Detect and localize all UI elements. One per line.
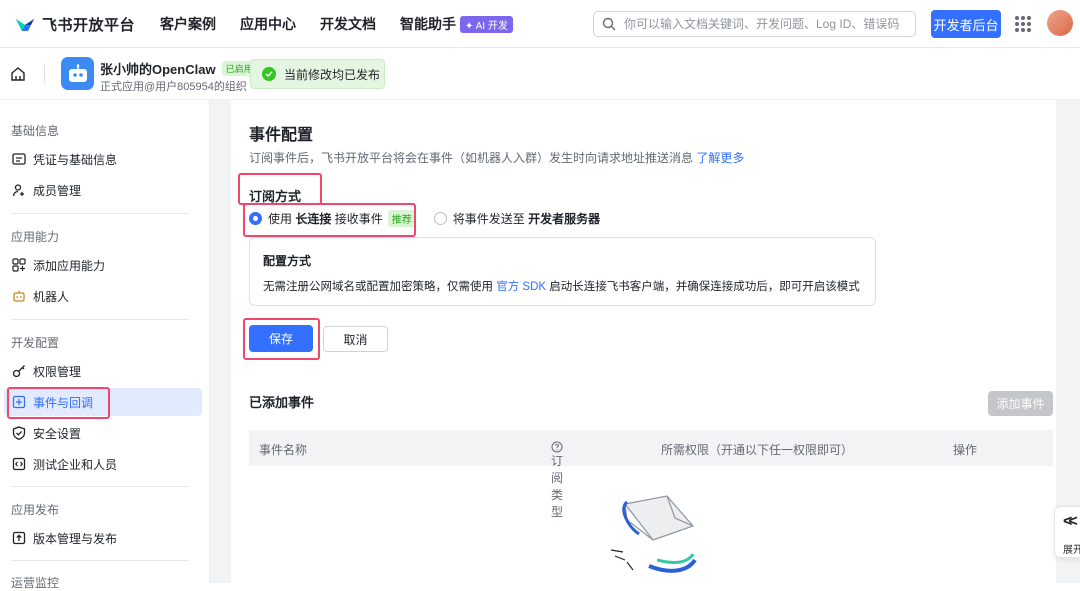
highlight-box: [238, 173, 322, 205]
col-event-name: 事件名称: [259, 443, 308, 457]
app-robot-icon: [61, 57, 94, 90]
config-text-before: 无需注册公网域名或配置加密策略，仅需使用: [263, 281, 493, 293]
nav-customer-cases[interactable]: 客户案例: [160, 14, 216, 34]
cancel-button[interactable]: 取消: [323, 326, 388, 352]
learn-more-link[interactable]: 了解更多: [696, 151, 744, 165]
sidebar-item-security[interactable]: 安全设置: [4, 419, 202, 447]
nav-smart-assistant-label: 智能助手: [400, 16, 456, 32]
search-input[interactable]: [624, 17, 904, 31]
sidebar-divider: [11, 560, 189, 561]
sidebar-item-credentials[interactable]: 凭证与基础信息: [4, 145, 202, 173]
sidebar-item-label: 机器人: [33, 289, 70, 304]
brand-name: 飞书开放平台: [42, 17, 136, 34]
sidebar-section-release: 应用发布: [11, 503, 60, 517]
user-add-icon: [12, 184, 24, 197]
app-subheader: 张小帅的OpenClaw 已启用 正式应用@用户805954的组织 当前修改均已发…: [0, 48, 1080, 100]
col-subscription-type: 订阅类型: [551, 441, 563, 519]
page-title: 事件配置: [249, 127, 314, 144]
publish-status-banner: 当前修改均已发布: [250, 59, 385, 89]
sidebar-item-label: 成员管理: [33, 183, 82, 198]
col-actions: 操作: [953, 443, 978, 457]
app-name-text: 张小帅的OpenClaw: [100, 62, 216, 77]
sidebar-item-label: 版本管理与发布: [33, 531, 118, 546]
sidebar-section-capability: 应用能力: [11, 230, 60, 244]
sidebar: 基础信息 凭证与基础信息 成员管理 应用能力 添加应用能力 机器人 开发配置 权…: [0, 100, 210, 590]
sidebar-item-members[interactable]: 成员管理: [4, 176, 202, 204]
option2-prefix: 将事件发送至: [452, 212, 525, 226]
sidebar-item-label: 测试企业和人员: [33, 457, 118, 472]
top-header: 飞书开放平台 客户案例 应用中心 开发文档 智能助手✦ AI 开发 开发者后台: [0, 0, 1080, 48]
publish-status-text: 当前修改均已发布: [284, 67, 381, 82]
highlight-box: [7, 387, 110, 419]
official-sdk-link[interactable]: 官方 SDK: [496, 281, 546, 293]
app-org: 正式应用@用户805954的组织: [100, 81, 247, 93]
user-avatar[interactable]: [1047, 10, 1073, 36]
sidebar-item-permissions[interactable]: 权限管理: [4, 357, 202, 385]
apps-add-icon: [12, 258, 26, 272]
code-icon: [12, 457, 26, 471]
sidebar-section-dev-config: 开发配置: [11, 336, 60, 350]
radio-dev-server[interactable]: [433, 212, 447, 225]
config-method-title: 配置方式: [263, 254, 312, 268]
add-event-button[interactable]: 添加事件: [988, 391, 1053, 416]
home-icon[interactable]: [10, 66, 26, 82]
sidebar-divider: [11, 319, 189, 320]
top-nav: 客户案例 应用中心 开发文档 智能助手 ✦ AI 开发: [160, 0, 513, 48]
sidebar-item-label: 权限管理: [33, 364, 82, 379]
sidebar-item-label: 添加应用能力: [33, 258, 106, 273]
sidebar-item-bot[interactable]: 机器人: [4, 282, 202, 310]
feishu-logo-icon: [16, 18, 34, 31]
sidebar-item-test-tenants[interactable]: 测试企业和人员: [4, 450, 202, 478]
col-subscription-type-label: 订阅类型: [551, 454, 564, 519]
config-text-after: 启动长连接飞书客户端，并确保连接成功后，即可开启该模式: [549, 281, 860, 293]
app-name: 张小帅的OpenClaw 已启用: [100, 59, 257, 78]
empty-state-illustration: [610, 495, 697, 573]
nav-app-center[interactable]: 应用中心: [240, 14, 296, 34]
sidebar-item-add-capability[interactable]: 添加应用能力: [4, 251, 202, 279]
config-method-text: 无需注册公网域名或配置加密策略，仅需使用 官方 SDK 启动长连接飞书客户端，并…: [263, 278, 860, 294]
sidebar-divider: [11, 486, 189, 487]
divider: [44, 65, 45, 83]
sidebar-section-basic: 基础信息: [11, 124, 60, 138]
search-icon: [602, 17, 616, 31]
app-grid-icon[interactable]: [1015, 16, 1031, 32]
upload-icon: [12, 531, 26, 545]
nav-smart-assistant[interactable]: 智能助手 ✦ AI 开发: [400, 14, 513, 34]
double-chevron-left-icon: <<: [1063, 513, 1078, 530]
sidebar-item-versions[interactable]: 版本管理与发布: [4, 524, 202, 552]
option2-bold: 开发者服务器: [528, 212, 601, 226]
brand-logo[interactable]: 飞书开放平台: [14, 14, 135, 35]
ai-dev-badge: ✦ AI 开发: [460, 15, 513, 33]
col-required-permissions: 所需权限（开通以下任一权限即可）: [661, 443, 854, 457]
robot-icon: [13, 290, 25, 302]
expand-panel-tab[interactable]: << 展开: [1054, 506, 1080, 558]
id-card-icon: [12, 153, 26, 165]
sidebar-item-label: 凭证与基础信息: [33, 152, 118, 167]
developer-console-button[interactable]: 开发者后台: [931, 10, 1001, 38]
check-circle-icon: [262, 67, 276, 81]
search-box[interactable]: [593, 11, 916, 37]
sidebar-divider: [11, 213, 189, 214]
expand-label: 展开: [1063, 545, 1080, 556]
config-method-box: 配置方式 无需注册公网域名或配置加密策略，仅需使用 官方 SDK 启动长连接飞书…: [249, 237, 876, 306]
key-icon: [12, 365, 25, 378]
sidebar-item-label: 安全设置: [33, 426, 82, 441]
events-table-header: 事件名称 订阅类型 所需权限（开通以下任一权限即可） 操作: [249, 430, 1053, 519]
page-description: 订阅事件后，飞书开放平台将会在事件（如机器人入群）发生时向请求地址推送消息 了解…: [249, 149, 744, 166]
highlight-box: [243, 318, 320, 360]
description-text: 订阅事件后，飞书开放平台将会在事件（如机器人入群）发生时向请求地址推送消息: [249, 151, 694, 165]
shield-icon: [12, 426, 26, 440]
added-events-title: 已添加事件: [249, 395, 315, 410]
highlight-box: [243, 203, 416, 237]
nav-dev-docs[interactable]: 开发文档: [320, 14, 376, 34]
